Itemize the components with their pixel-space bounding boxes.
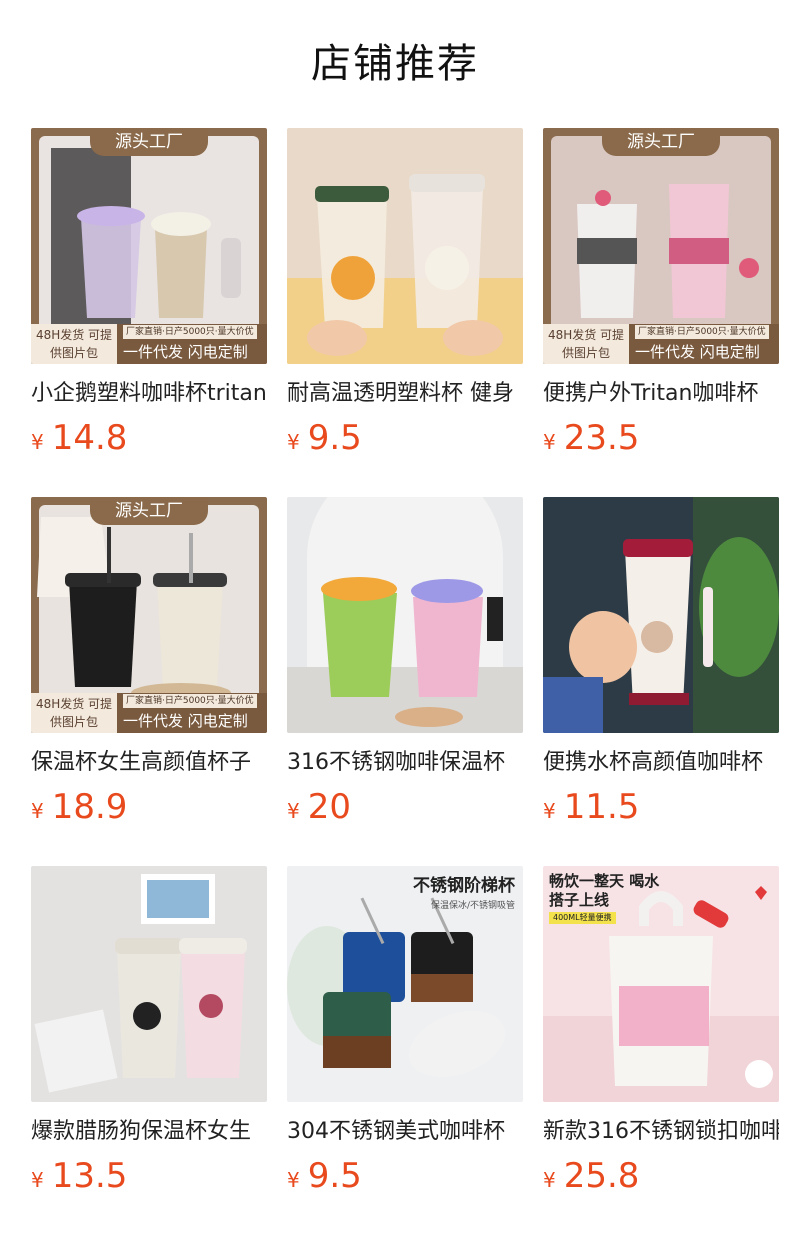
page-title: 店铺推荐 <box>311 41 479 87</box>
currency-symbol: ¥ <box>287 1168 300 1192</box>
product-price: ¥9.5 <box>287 418 362 458</box>
product-price: ¥13.5 <box>31 1156 127 1196</box>
promo-banner: 48H发货 可提供图片包 厂家直销·日产5000只·量大价优 一件代发 闪电定制 <box>31 693 267 733</box>
currency-symbol: ¥ <box>287 799 300 823</box>
product-name[interactable]: 便携水杯高颜值咖啡杯 <box>543 747 779 779</box>
price-value: 20 <box>307 787 351 827</box>
currency-symbol: ¥ <box>543 799 556 823</box>
promo-banner: 48H发货 可提供图片包 厂家直销·日产5000只·量大价优 一件代发 闪电定制 <box>31 324 267 364</box>
price-value: 18.9 <box>51 787 128 827</box>
product-name[interactable]: 新款316不锈钢锁扣咖啡 <box>543 1116 779 1148</box>
price-value: 11.5 <box>563 787 640 827</box>
product-name[interactable]: 小企鹅塑料咖啡杯tritan <box>31 378 267 410</box>
factory-direct-label: 厂家直销·日产5000只·量大价优 <box>123 325 257 339</box>
product-image[interactable]: 源头工厂 48H发货 可提供图片包 厂家直销·日产5000只·量大价优 一件代发… <box>543 128 779 364</box>
shipping-label: 48H发货 可提供图片包 <box>543 324 629 364</box>
dropship-label: 一件代发 闪电定制 <box>635 343 760 361</box>
product-name[interactable]: 爆款腊肠狗保温杯女生 <box>31 1116 267 1148</box>
promo-banner: 48H发货 可提供图片包 厂家直销·日产5000只·量大价优 一件代发 闪电定制 <box>543 324 779 364</box>
product-image[interactable]: 源头工厂 48H发货 可提供图片包 厂家直销·日产5000只·量大价优 一件代发… <box>31 497 267 733</box>
image-headline: 畅饮一整天 喝水搭子上线 <box>549 872 660 909</box>
source-factory-badge: 源头工厂 <box>90 497 208 525</box>
image-subline: 保温保冰/不锈钢吸管 <box>430 901 515 911</box>
product-price: ¥18.9 <box>31 787 127 827</box>
source-factory-badge: 源头工厂 <box>90 128 208 156</box>
product-price: ¥20 <box>287 787 351 827</box>
source-factory-badge: 源头工厂 <box>602 128 720 156</box>
price-value: 9.5 <box>307 418 362 458</box>
currency-symbol: ¥ <box>31 799 44 823</box>
product-image[interactable]: 不锈钢阶梯杯 保温保冰/不锈钢吸管 <box>287 866 523 1102</box>
product-image[interactable]: 畅饮一整天 喝水搭子上线 400ML轻量便携 <box>543 866 779 1102</box>
price-value: 14.8 <box>51 418 128 458</box>
currency-symbol: ¥ <box>31 430 44 454</box>
product-image[interactable] <box>31 866 267 1102</box>
price-value: 23.5 <box>563 418 640 458</box>
price-value: 9.5 <box>307 1156 362 1196</box>
product-name[interactable]: 316不锈钢咖啡保温杯 <box>287 747 523 779</box>
product-price: ¥11.5 <box>543 787 639 827</box>
product-name[interactable]: 保温杯女生高颜值杯子 <box>31 747 267 779</box>
dropship-label: 一件代发 闪电定制 <box>123 712 248 730</box>
product-price: ¥25.8 <box>543 1156 639 1196</box>
product-price: ¥23.5 <box>543 418 639 458</box>
product-image[interactable] <box>287 128 523 364</box>
product-price: ¥14.8 <box>31 418 127 458</box>
product-price: ¥9.5 <box>287 1156 362 1196</box>
price-value: 25.8 <box>563 1156 640 1196</box>
currency-symbol: ¥ <box>31 1168 44 1192</box>
currency-symbol: ¥ <box>543 1168 556 1192</box>
factory-direct-label: 厂家直销·日产5000只·量大价优 <box>635 325 769 339</box>
product-name[interactable]: 304不锈钢美式咖啡杯 <box>287 1116 523 1148</box>
shipping-label: 48H发货 可提供图片包 <box>31 693 117 733</box>
dropship-label: 一件代发 闪电定制 <box>123 343 248 361</box>
image-subline: 400ML轻量便携 <box>549 912 616 924</box>
product-image[interactable]: 源头工厂 48H发货 可提供图片包 厂家直销·日产5000只·量大价优 一件代发… <box>31 128 267 364</box>
product-name[interactable]: 耐高温透明塑料杯 健身 <box>287 378 523 410</box>
product-image[interactable] <box>543 497 779 733</box>
price-value: 13.5 <box>51 1156 128 1196</box>
shipping-label: 48H发货 可提供图片包 <box>31 324 117 364</box>
currency-symbol: ¥ <box>287 430 300 454</box>
product-name[interactable]: 便携户外Tritan咖啡杯 <box>543 378 779 410</box>
product-image[interactable] <box>287 497 523 733</box>
factory-direct-label: 厂家直销·日产5000只·量大价优 <box>123 694 257 708</box>
image-headline: 不锈钢阶梯杯 <box>413 876 515 896</box>
currency-symbol: ¥ <box>543 430 556 454</box>
